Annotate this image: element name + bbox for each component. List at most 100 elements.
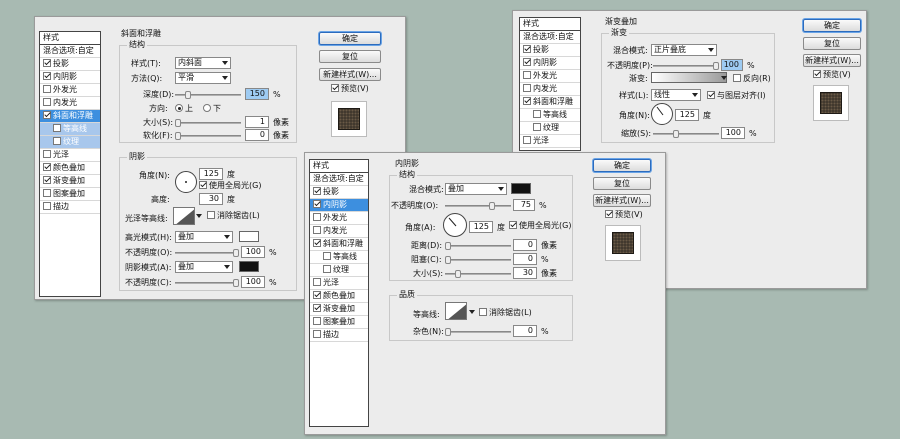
checkbox-unchecked-icon[interactable] [43, 85, 51, 93]
checkbox-checked-icon[interactable] [43, 111, 51, 119]
global-light-checkbox[interactable]: 使用全局光(G) [199, 181, 261, 191]
shadow-opacity-input[interactable]: 100 [241, 276, 265, 288]
shadow-color-swatch[interactable] [239, 261, 259, 272]
sidebar-item[interactable]: 斜面和浮雕 [310, 238, 368, 251]
size-slider-thumb[interactable] [175, 119, 181, 127]
ok-button[interactable]: 确定 [593, 159, 651, 172]
checkbox-checked-icon[interactable] [523, 97, 531, 105]
size-slider[interactable] [445, 270, 511, 278]
reverse-checkbox[interactable]: 反向(R) [733, 74, 771, 84]
ok-button[interactable]: 确定 [319, 32, 381, 45]
depth-slider-thumb[interactable] [185, 91, 191, 99]
opacity-slider[interactable] [653, 62, 719, 70]
checkbox-unchecked-icon[interactable] [533, 110, 541, 118]
sidebar-item[interactable]: 颜色叠加 [40, 162, 100, 175]
method-dropdown[interactable]: 平滑 [175, 72, 231, 84]
preview-checkbox[interactable]: 预览(V) [605, 210, 643, 220]
sidebar-item[interactable]: 等高线 [310, 251, 368, 264]
sidebar-item[interactable]: 等高线 [40, 123, 100, 136]
checkbox-unchecked-icon[interactable] [313, 226, 321, 234]
choke-slider[interactable] [445, 256, 511, 264]
checkbox-unchecked-icon[interactable] [523, 136, 531, 144]
sidebar-item[interactable]: 纹理 [310, 264, 368, 277]
checkbox-checked-icon[interactable] [43, 72, 51, 80]
shadow-mode-dropdown[interactable]: 叠加 [175, 261, 233, 273]
sidebar-item[interactable]: 描边 [310, 329, 368, 342]
sidebar-item[interactable]: 渐变叠加 [40, 175, 100, 188]
reset-button[interactable]: 复位 [803, 37, 861, 50]
sidebar-item[interactable]: 斜面和浮雕 [40, 110, 100, 123]
checkbox-unchecked-icon[interactable] [523, 71, 531, 79]
soften-slider-thumb[interactable] [175, 132, 181, 140]
sidebar-item[interactable]: 投影 [520, 44, 580, 57]
checkbox-unchecked-icon[interactable] [323, 265, 331, 273]
opacity-slider[interactable] [445, 202, 511, 210]
soften-input[interactable]: 0 [245, 129, 269, 141]
distance-slider-thumb[interactable] [445, 242, 451, 250]
global-light-checkbox[interactable]: 使用全局光(G) [509, 221, 571, 231]
checkbox-checked-icon[interactable] [523, 45, 531, 53]
new-style-button[interactable]: 新建样式(W)... [593, 194, 651, 207]
ok-button[interactable]: 确定 [803, 19, 861, 32]
sidebar-item[interactable]: 渐变叠加 [310, 303, 368, 316]
new-style-button[interactable]: 新建样式(W)... [319, 68, 381, 81]
checkbox-checked-icon[interactable] [313, 239, 321, 247]
shadow-opacity-thumb[interactable] [233, 279, 239, 287]
sidebar-item[interactable]: 外发光 [310, 212, 368, 225]
direction-up-radio[interactable]: 上 [175, 104, 193, 114]
sidebar-item[interactable]: 投影 [310, 186, 368, 199]
altitude-input[interactable]: 30 [199, 193, 223, 205]
sidebar-item[interactable]: 光泽 [310, 277, 368, 290]
scale-slider[interactable] [653, 130, 719, 138]
sidebar-item[interactable]: 纹理 [520, 122, 580, 135]
gradient-preview[interactable] [651, 72, 727, 83]
angle-input[interactable]: 125 [199, 168, 223, 180]
size-slider[interactable] [175, 119, 241, 127]
checkbox-unchecked-icon[interactable] [53, 137, 61, 145]
shadow-opacity-slider[interactable] [175, 279, 239, 287]
sidebar-item[interactable]: 内阴影 [310, 199, 368, 212]
style-dropdown[interactable]: 线性 [651, 89, 701, 101]
chevron-down-icon[interactable] [196, 214, 202, 218]
sidebar-item[interactable]: 内发光 [310, 225, 368, 238]
sidebar-item[interactable]: 光泽 [40, 149, 100, 162]
chevron-down-icon[interactable] [469, 310, 475, 314]
highlight-color-swatch[interactable] [239, 231, 259, 242]
antialias-checkbox[interactable]: 消除锯齿(L) [479, 308, 532, 318]
noise-slider[interactable] [445, 328, 511, 336]
checkbox-unchecked-icon[interactable] [43, 150, 51, 158]
preview-checkbox[interactable]: 预览(V) [813, 70, 851, 80]
checkbox-checked-icon[interactable] [313, 304, 321, 312]
checkbox-unchecked-icon[interactable] [323, 252, 331, 260]
sidebar-item[interactable]: 外发光 [520, 70, 580, 83]
sidebar-item[interactable]: 描边 [40, 201, 100, 214]
angle-dial[interactable] [651, 103, 673, 125]
blend-mode-dropdown[interactable]: 正片叠底 [651, 44, 717, 56]
angle-input[interactable]: 125 [675, 109, 699, 121]
sidebar-item[interactable]: 斜面和浮雕 [520, 96, 580, 109]
reset-button[interactable]: 复位 [593, 177, 651, 190]
checkbox-unchecked-icon[interactable] [43, 189, 51, 197]
checkbox-unchecked-icon[interactable] [313, 213, 321, 221]
chevron-down-icon[interactable] [721, 76, 727, 80]
sidebar-item[interactable]: 图案叠加 [40, 188, 100, 201]
checkbox-unchecked-icon[interactable] [313, 317, 321, 325]
angle-dial[interactable] [175, 171, 197, 193]
sidebar-item[interactable]: 光泽 [520, 135, 580, 148]
sidebar-item[interactable]: 外发光 [40, 84, 100, 97]
choke-input[interactable]: 0 [513, 253, 537, 265]
depth-slider[interactable] [175, 91, 241, 99]
highlight-opacity-input[interactable]: 100 [241, 246, 265, 258]
reset-button[interactable]: 复位 [319, 50, 381, 63]
checkbox-checked-icon[interactable] [313, 187, 321, 195]
distance-input[interactable]: 0 [513, 239, 537, 251]
checkbox-checked-icon[interactable] [523, 58, 531, 66]
shadow-color-swatch[interactable] [511, 183, 531, 194]
size-input[interactable]: 1 [245, 116, 269, 128]
highlight-opacity-slider[interactable] [175, 249, 239, 257]
sidebar-item[interactable]: 内发光 [40, 97, 100, 110]
style-dropdown[interactable]: 内斜面 [175, 57, 231, 69]
highlight-mode-dropdown[interactable]: 叠加 [175, 231, 233, 243]
scale-slider-thumb[interactable] [673, 130, 679, 138]
checkbox-unchecked-icon[interactable] [313, 330, 321, 338]
